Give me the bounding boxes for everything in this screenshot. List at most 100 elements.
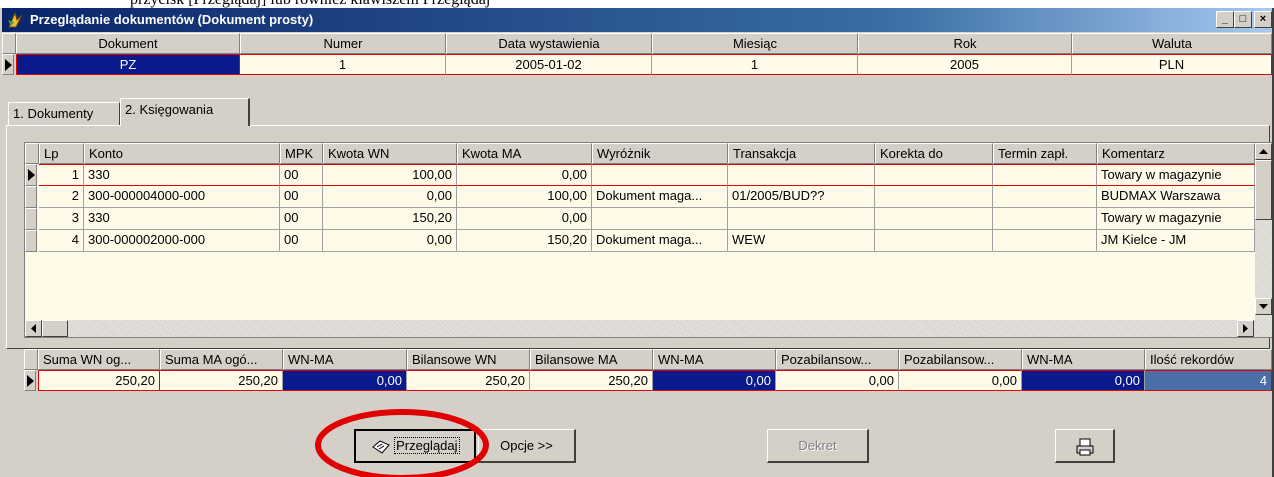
- entry-cell-lp[interactable]: 2: [39, 186, 84, 208]
- entry-cell-mpk[interactable]: 00: [280, 164, 323, 186]
- row-pointer-icon: [5, 59, 12, 71]
- entry-cell-transakcja[interactable]: [728, 208, 875, 230]
- entry-cell-kwota-ma[interactable]: 0,00: [457, 164, 592, 186]
- entry-cell-komentarz[interactable]: Towary w magazynie: [1097, 164, 1255, 186]
- entry-cell-termin[interactable]: [993, 186, 1097, 208]
- entry-cell-lp[interactable]: 1: [39, 164, 84, 186]
- sum-wn: 250,20: [38, 370, 160, 391]
- cell-numer[interactable]: 1: [240, 54, 446, 75]
- arrow-right-icon: [1243, 324, 1248, 333]
- sum-ma: 250,20: [160, 370, 283, 391]
- print-button[interactable]: [1055, 429, 1115, 463]
- col-bilansowe-ma: Bilansowe MA: [530, 349, 653, 370]
- sum-bilansowe-ma: 250,20: [530, 370, 653, 391]
- printer-icon: [1076, 438, 1093, 456]
- summary-row-pointer-icon: [27, 375, 34, 387]
- entry-cell-wyroznik[interactable]: [592, 164, 728, 186]
- entry-cell-korekta[interactable]: [875, 230, 993, 252]
- options-button[interactable]: Opcje >>: [478, 429, 576, 463]
- cell-rok[interactable]: 2005: [858, 54, 1072, 75]
- close-button[interactable]: ×: [1254, 11, 1272, 28]
- entry-cell-kwota-wn[interactable]: 0,00: [323, 186, 457, 208]
- arrow-up-icon: [1259, 149, 1268, 154]
- entry-cell-konto[interactable]: 330: [84, 208, 280, 230]
- cell-dokument[interactable]: PZ: [16, 54, 240, 75]
- scroll-down-button[interactable]: [1255, 298, 1272, 315]
- col-lp: Lp: [39, 143, 84, 164]
- col-dokument: Dokument: [16, 33, 240, 54]
- minimize-button[interactable]: _: [1216, 11, 1234, 28]
- entry-cell-kwota-wn[interactable]: 100,00: [323, 164, 457, 186]
- title-bar: Przeglądanie dokumentów (Dokument prosty…: [2, 8, 1272, 32]
- entry-row-indicator: [25, 164, 37, 186]
- col-konto: Konto: [84, 143, 280, 164]
- entry-cell-komentarz[interactable]: Towary w magazynie: [1097, 208, 1255, 230]
- cell-waluta[interactable]: PLN: [1072, 54, 1272, 75]
- app-icon: [8, 11, 23, 28]
- header-corner: [2, 33, 16, 54]
- scroll-up-button[interactable]: [1255, 143, 1272, 160]
- entries-vscrollbar[interactable]: [1255, 143, 1272, 320]
- scroll-right-button[interactable]: [1237, 320, 1254, 337]
- entry-cell-komentarz[interactable]: JM Kielce - JM: [1097, 230, 1255, 252]
- entry-cell-wyroznik[interactable]: Dokument maga...: [592, 230, 728, 252]
- entry-cell-konto[interactable]: 300-000002000-000: [84, 230, 280, 252]
- entry-cell-korekta[interactable]: [875, 164, 993, 186]
- main-window: Przeglądanie dokumentów (Dokument prosty…: [0, 8, 1274, 477]
- entry-cell-wyroznik[interactable]: [592, 208, 728, 230]
- decree-button: Dekret: [767, 429, 869, 463]
- entry-cell-korekta[interactable]: [875, 186, 993, 208]
- entry-cell-kwota-ma[interactable]: 100,00: [457, 186, 592, 208]
- col-wn-ma-3: WN-MA: [1022, 349, 1145, 370]
- entry-cell-kwota-wn[interactable]: 150,20: [323, 208, 457, 230]
- entry-cell-termin[interactable]: [993, 230, 1097, 252]
- entry-cell-lp[interactable]: 3: [39, 208, 84, 230]
- top-clip: przycisk [Przeglądaj] lub również klawis…: [0, 0, 1274, 8]
- entry-cell-transakcja[interactable]: WEW: [728, 230, 875, 252]
- sum-ilosc-rekordow: 4: [1145, 370, 1272, 391]
- scroll-left-button[interactable]: [25, 320, 42, 337]
- maximize-button[interactable]: □: [1234, 11, 1252, 28]
- summary-row-indicator: [24, 370, 36, 391]
- col-pozabilansowe-1: Pozabilansow...: [776, 349, 899, 370]
- entry-cell-komentarz[interactable]: BUDMAX Warszawa: [1097, 186, 1255, 208]
- cell-data[interactable]: 2005-01-02: [446, 54, 652, 75]
- cell-miesiac[interactable]: 1: [652, 54, 858, 75]
- sum-wn-ma-2: 0,00: [653, 370, 776, 391]
- vscroll-thumb[interactable]: [1255, 160, 1272, 220]
- sum-pozabilansowe-1: 0,00: [776, 370, 899, 391]
- entry-cell-wyroznik[interactable]: Dokument maga...: [592, 186, 728, 208]
- entry-cell-konto[interactable]: 300-000004000-000: [84, 186, 280, 208]
- summary-grid: Suma WN og... Suma MA ogó... WN-MA Bilan…: [24, 349, 1272, 393]
- entry-cell-lp[interactable]: 4: [39, 230, 84, 252]
- entry-row-indicator: [25, 230, 37, 252]
- entry-row-indicator: [25, 186, 37, 208]
- tab-dokumenty[interactable]: 1. Dokumenty: [8, 102, 120, 126]
- col-komentarz: Komentarz: [1097, 143, 1255, 164]
- col-miesiac: Miesiąc: [652, 33, 858, 54]
- tab-ksiegowania[interactable]: 2. Księgowania: [120, 98, 250, 126]
- col-transakcja: Transakcja: [728, 143, 875, 164]
- hscroll-thumb[interactable]: [42, 320, 68, 337]
- entry-cell-termin[interactable]: [993, 164, 1097, 186]
- minimize-icon: _: [1221, 13, 1229, 25]
- entries-hscrollbar[interactable]: [25, 320, 1272, 337]
- entry-cell-konto[interactable]: 330: [84, 164, 280, 186]
- sum-pozabilansowe-2: 0,00: [899, 370, 1022, 391]
- sum-wn-ma-3: 0,00: [1022, 370, 1145, 391]
- entry-cell-transakcja[interactable]: 01/2005/BUD??: [728, 186, 875, 208]
- entry-cell-mpk[interactable]: 00: [280, 208, 323, 230]
- entry-cell-kwota-ma[interactable]: 150,20: [457, 230, 592, 252]
- summary-header-corner: [24, 349, 38, 370]
- entry-cell-termin[interactable]: [993, 208, 1097, 230]
- entry-cell-kwota-wn[interactable]: 0,00: [323, 230, 457, 252]
- col-ilosc-rekordow: Ilość rekordów: [1145, 349, 1272, 370]
- entry-cell-korekta[interactable]: [875, 208, 993, 230]
- entry-cell-mpk[interactable]: 00: [280, 230, 323, 252]
- close-icon: ×: [1259, 13, 1267, 25]
- entry-cell-kwota-ma[interactable]: 0,00: [457, 208, 592, 230]
- entry-cell-mpk[interactable]: 00: [280, 186, 323, 208]
- entry-cell-transakcja[interactable]: [728, 164, 875, 186]
- arrow-down-icon: [1259, 304, 1268, 309]
- window-title: Przeglądanie dokumentów (Dokument prosty…: [30, 12, 314, 27]
